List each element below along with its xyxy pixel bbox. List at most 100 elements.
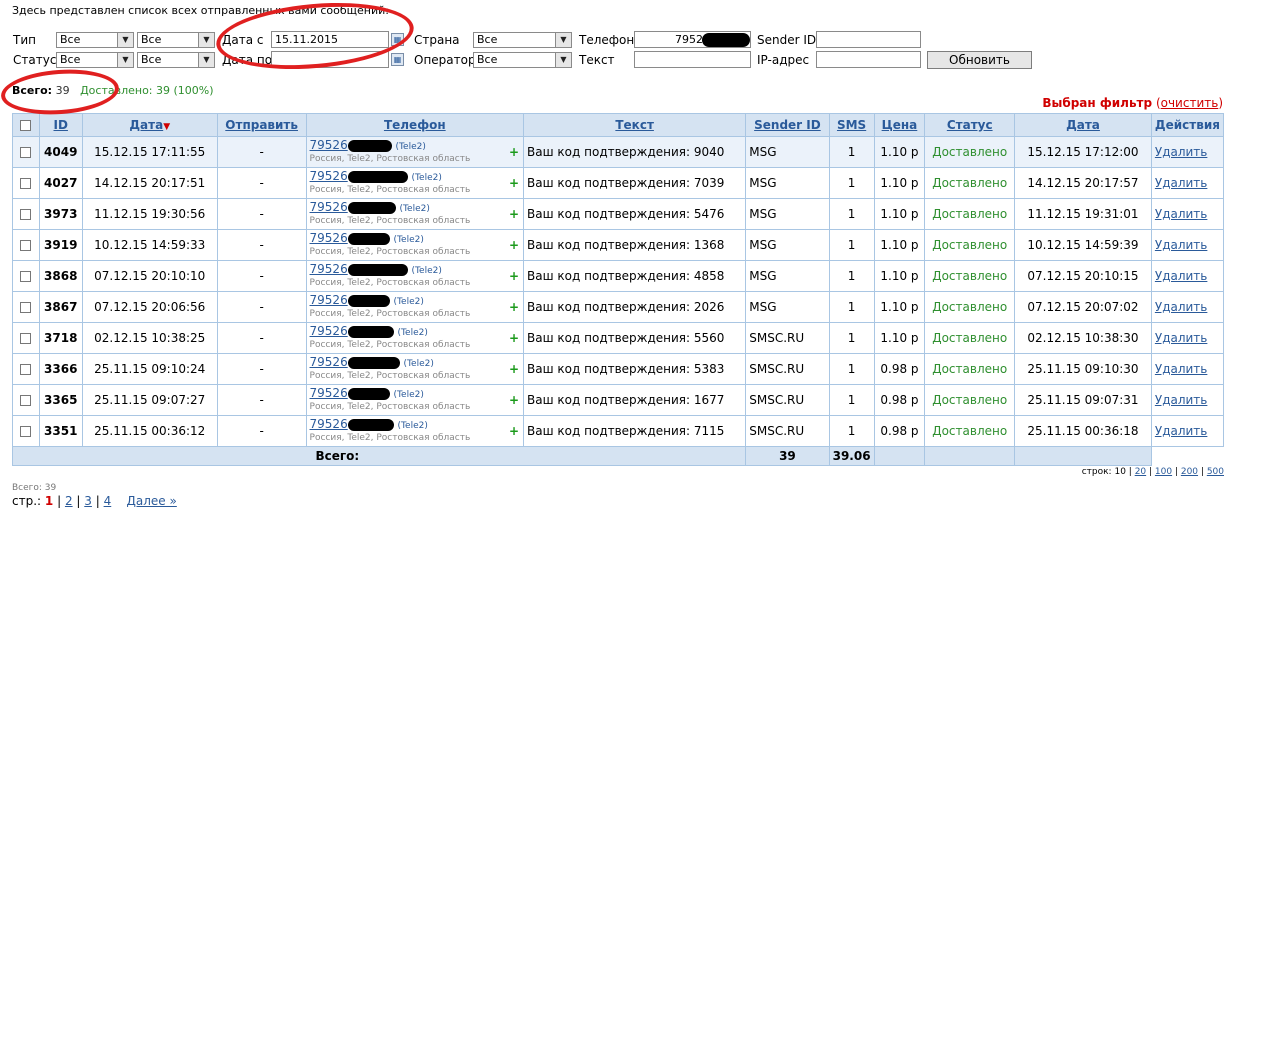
col-text-link[interactable]: Текст (615, 118, 654, 132)
row-phone-link[interactable]: 79526 (310, 386, 348, 400)
row-date: 02.12.15 10:38:25 (81, 322, 218, 354)
add-icon[interactable]: + (505, 260, 525, 292)
col-date2-link[interactable]: Дата (1066, 118, 1100, 132)
row-send: - (216, 167, 307, 199)
col-id-link[interactable]: ID (54, 118, 68, 132)
row-checkbox[interactable] (20, 426, 32, 437)
row-price: 0.98 р (873, 415, 926, 447)
col-phone[interactable]: Телефон (305, 113, 525, 137)
ip-input[interactable] (816, 51, 921, 68)
country-select[interactable]: Все ▼ (473, 32, 572, 48)
refresh-button[interactable]: Обновить (927, 51, 1032, 69)
row-phone-link[interactable]: 79526 (310, 355, 348, 369)
row-checkbox[interactable] (20, 364, 32, 375)
col-sender-id-link[interactable]: Sender ID (754, 118, 821, 132)
delete-link[interactable]: Удалить (1155, 269, 1208, 283)
delete-link[interactable]: Удалить (1155, 393, 1208, 407)
next-page-link[interactable]: Далее » (127, 494, 177, 508)
status-select-2[interactable]: Все ▼ (137, 52, 215, 68)
table-row: 3718 02.12.15 10:38:25-79526 (Tele2) Росси… (12, 322, 1225, 354)
sender-id-input[interactable] (816, 31, 921, 48)
row-phone-link[interactable]: 79526 (310, 231, 348, 245)
row-checkbox[interactable] (20, 240, 32, 251)
select-all-header (12, 113, 40, 137)
rows-option-100[interactable]: 100 (1155, 467, 1172, 477)
delete-link[interactable]: Удалить (1155, 362, 1208, 376)
row-checkbox[interactable] (20, 271, 32, 282)
row-text: Ваш код подтверждения: 9040 (523, 136, 747, 168)
row-date: 07.12.15 20:06:56 (81, 291, 218, 323)
row-phone-link[interactable]: 79526 (310, 324, 348, 338)
row-phone-link[interactable]: 79526 (310, 138, 348, 152)
col-price[interactable]: Цена (873, 113, 926, 137)
status-select[interactable]: Все ▼ (56, 52, 134, 68)
col-send-link[interactable]: Отправить (225, 118, 298, 132)
row-phone-link[interactable]: 79526 (310, 169, 348, 183)
col-text[interactable]: Текст (523, 113, 747, 137)
row-checkbox[interactable] (20, 209, 32, 220)
add-icon[interactable]: + (505, 136, 525, 168)
col-date2[interactable]: Дата (1014, 113, 1152, 137)
rows-option-200[interactable]: 200 (1181, 467, 1198, 477)
col-status[interactable]: Статус (924, 113, 1016, 137)
row-phone-link[interactable]: 79526 (310, 262, 348, 276)
add-icon[interactable]: + (505, 198, 525, 230)
delete-link[interactable]: Удалить (1155, 176, 1208, 190)
col-status-link[interactable]: Статус (947, 118, 993, 132)
operator-select[interactable]: Все ▼ (473, 52, 572, 68)
col-sender-id[interactable]: Sender ID (745, 113, 830, 137)
type-select[interactable]: Все ▼ (56, 32, 134, 48)
calendar-icon[interactable]: ▦ (391, 53, 404, 66)
page-link-4[interactable]: 4 (104, 494, 112, 508)
delete-link[interactable]: Удалить (1155, 145, 1208, 159)
delete-link[interactable]: Удалить (1155, 207, 1208, 221)
col-send[interactable]: Отправить (216, 113, 307, 137)
delete-link[interactable]: Удалить (1155, 238, 1208, 252)
row-send: - (216, 260, 307, 292)
table-row: 3365 25.11.15 09:07:27-79526 (Tele2) Росси… (12, 384, 1225, 416)
row-checkbox[interactable] (20, 178, 32, 189)
row-checkbox[interactable] (20, 395, 32, 406)
col-id[interactable]: ID (38, 113, 83, 137)
row-checkbox[interactable] (20, 333, 32, 344)
rows-option-500[interactable]: 500 (1207, 467, 1224, 477)
row-phone-link[interactable]: 79526 (310, 417, 348, 431)
row-checkbox[interactable] (20, 147, 32, 158)
delete-link[interactable]: Удалить (1155, 424, 1208, 438)
col-sms[interactable]: SMS (828, 113, 875, 137)
col-date[interactable]: Дата▼ (81, 113, 218, 137)
col-sms-link[interactable]: SMS (837, 118, 866, 132)
row-checkbox[interactable] (20, 302, 32, 313)
row-checkbox-cell (12, 229, 40, 261)
add-icon[interactable]: + (505, 167, 525, 199)
add-icon[interactable]: + (505, 415, 525, 447)
add-icon[interactable]: + (505, 229, 525, 261)
col-phone-link[interactable]: Телефон (384, 118, 446, 132)
col-date-link[interactable]: Дата (129, 118, 163, 132)
add-icon[interactable]: + (505, 291, 525, 323)
row-phone-link[interactable]: 79526 (310, 293, 348, 307)
text-input[interactable] (634, 51, 751, 68)
delete-link[interactable]: Удалить (1155, 300, 1208, 314)
pagination: стр.: 1 | 2 | 3 | 4 Далее » (12, 494, 177, 508)
add-icon[interactable]: + (505, 353, 525, 385)
delete-link[interactable]: Удалить (1155, 331, 1208, 345)
row-price: 1.10 р (873, 229, 926, 261)
table-body: 4049 15.12.15 17:11:55-79526 (Tele2) Росси… (12, 136, 1225, 447)
clear-filter-link[interactable]: очистить (1161, 96, 1219, 110)
page-link-2[interactable]: 2 (65, 494, 73, 508)
page-link-3[interactable]: 3 (84, 494, 92, 508)
row-id: 4027 (38, 167, 83, 199)
col-price-link[interactable]: Цена (882, 118, 918, 132)
add-icon[interactable]: + (505, 384, 525, 416)
row-id: 3365 (38, 384, 83, 416)
row-price: 1.10 р (873, 260, 926, 292)
select-all-checkbox[interactable] (20, 120, 32, 131)
row-operator: (Tele2) (399, 204, 430, 214)
row-sender-id: SMSC.RU (745, 322, 830, 354)
type-select-2[interactable]: Все ▼ (137, 32, 215, 48)
row-checkbox-cell (12, 260, 40, 292)
add-icon[interactable]: + (505, 322, 525, 354)
rows-option-20[interactable]: 20 (1135, 467, 1146, 477)
row-phone-link[interactable]: 79526 (310, 200, 348, 214)
